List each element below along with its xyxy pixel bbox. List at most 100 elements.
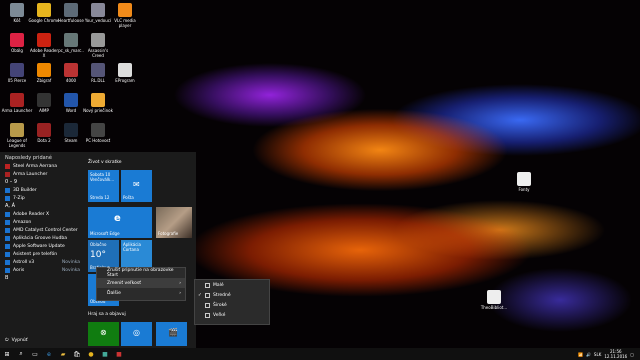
size-menu-item[interactable]: Veľké [195, 310, 269, 320]
desktop-icon-image [64, 63, 78, 77]
chevron-right-icon: › [179, 290, 181, 296]
recent-app[interactable]: Arma Launcher [2, 170, 84, 178]
taskbar-explorer[interactable]: ▰ [56, 348, 70, 360]
search-button[interactable]: ⌕ [14, 348, 28, 360]
store-icon: 🛍 [73, 350, 81, 358]
context-menu-item[interactable]: Ďalšie › [97, 288, 185, 298]
size-box-icon [205, 312, 210, 318]
app-label: AMD Catalyst Control Center [13, 227, 78, 233]
windows-icon: ⊞ [4, 350, 10, 358]
size-box-icon [205, 302, 210, 308]
taskbar-app2[interactable]: ■ [112, 348, 126, 360]
desktop-icon[interactable]: EProgram [109, 63, 141, 83]
app-list: Naposledy pridané Steel Arma Aerrana Arma… [2, 154, 84, 344]
start-button[interactable]: ⊞ [0, 348, 14, 360]
play-header: Hraj sa a objavuj [88, 312, 126, 317]
app-tag: Novinka [61, 267, 80, 273]
tile-area: Život v skratke Sobota 10 Venčoválk... S… [88, 154, 194, 346]
desktop-icon-label: VLC media player [114, 18, 136, 28]
edge-tile[interactable]: e Microsoft Edge [88, 207, 152, 238]
xbox-tile[interactable]: ⊗ [88, 322, 119, 346]
language-indicator[interactable]: SLK [594, 352, 601, 357]
size-menu-label: Široké [213, 302, 227, 308]
notifications-icon[interactable]: ▢ [630, 352, 634, 357]
app-list-item[interactable]: 3D Builder [2, 186, 84, 194]
size-menu-item[interactable]: ✓ Stredné [195, 290, 269, 300]
network-icon[interactable]: 📶 [578, 352, 583, 357]
app-icon [5, 259, 10, 265]
desktop-icon-image [91, 123, 105, 137]
taskbar-app[interactable]: ■ [98, 348, 112, 360]
app-list-item[interactable]: Apple Software Update [2, 242, 84, 250]
app-label: 3D Builder [13, 187, 37, 193]
app-groups: 0 – 9 3D Builder 7-Zip A, Á Adobe Reader X Am… [2, 178, 84, 282]
group-heading[interactable]: 0 – 9 [2, 178, 84, 186]
app-icon [5, 219, 10, 225]
desktop-icon-image [91, 3, 105, 17]
calendar-tile[interactable]: Sobota 10 Venčoválk... Streda 12 [88, 170, 119, 202]
app-list-item[interactable]: Aoris Novinka [2, 266, 84, 274]
app-list-item[interactable]: Amazon [2, 218, 84, 226]
clock[interactable]: 21:56 12.11.2016 [604, 349, 627, 359]
recent-app[interactable]: Steel Arma Aerrana [2, 162, 84, 170]
desktop-icon-image [37, 63, 51, 77]
desktop-icon-label: PC Hotovosť [85, 138, 111, 143]
context-menu-item[interactable]: Zrušiť pripnutie na obrazovke Štart [97, 268, 185, 278]
app-list-item[interactable]: Aplikácia Groove Hudba [2, 234, 84, 242]
group-heading[interactable]: A, Á [2, 202, 84, 210]
desktop-icon-label: Assassin's Creed [87, 48, 109, 58]
taskbar-store[interactable]: 🛍 [70, 348, 84, 360]
taskbar-edge[interactable]: e [42, 348, 56, 360]
app-label: Adobe Reader X [13, 211, 50, 217]
app-list-item[interactable]: Asistent pre telefón [2, 250, 84, 258]
app-icon: ■ [102, 350, 108, 358]
desktop-icon-image [10, 3, 24, 17]
desktop-icon[interactable]: Nový priečinok [82, 93, 114, 113]
app-list-item[interactable]: Adobe Reader X [2, 210, 84, 218]
app-list-item[interactable]: Astroll v3 Novinka [2, 258, 84, 266]
chrome-icon: ● [88, 350, 94, 358]
power-button[interactable]: ⏻ Vypnúť [2, 336, 82, 344]
app2-icon: ■ [116, 350, 122, 358]
desktop-icon-label: Nový priečinok [83, 108, 113, 113]
file-icon [487, 290, 501, 304]
app-label: Steel Arma Aerrana [13, 163, 58, 169]
app-icon [5, 211, 10, 217]
mail-tile-label: Pošta [123, 195, 134, 200]
size-menu-item[interactable]: Malé [195, 280, 269, 290]
photos-tile[interactable]: Fotografie [156, 207, 192, 238]
desktop-icon-image [64, 3, 78, 17]
context-menu-label: Ďalšie [107, 290, 121, 296]
desktop-icon-image [10, 93, 24, 107]
desktop-icon-image [64, 33, 78, 47]
context-menu-item[interactable]: Zmeniť veľkosť › [97, 278, 185, 288]
desktop-icon-image [37, 93, 51, 107]
desktop-icon-image [91, 33, 105, 47]
desktop-icon[interactable]: Assassin's Creed [82, 33, 114, 58]
app-list-item[interactable]: AMD Catalyst Control Center [2, 226, 84, 234]
desktop-icon[interactable]: Fonty [508, 172, 540, 192]
task-view-button[interactable]: ▭ [28, 348, 42, 360]
group-heading[interactable]: B [2, 274, 84, 282]
desktop-icon-image [37, 33, 51, 47]
weather-temp: 10° [90, 250, 106, 260]
app-label: 7-Zip [13, 195, 25, 201]
clock-date: 12.11.2016 [604, 354, 628, 359]
mail-tile[interactable]: ✉ Pošta [121, 170, 152, 202]
taskbar-chrome[interactable]: ● [84, 348, 98, 360]
desktop-icon[interactable]: TheoBibliot... [478, 290, 510, 310]
desktop-icon[interactable]: PC Hotovosť [82, 123, 114, 143]
size-submenu: Malé ✓ Stredné Široké Veľké [194, 279, 270, 325]
app-list-item[interactable]: 7-Zip [2, 194, 84, 202]
desktop-icon[interactable]: VLC media player [109, 3, 141, 28]
desktop-icon-image [10, 123, 24, 137]
desktop-icon-image [91, 63, 105, 77]
movies-tile[interactable]: 🎬 [156, 322, 187, 346]
groove-tile[interactable]: ◎ [121, 322, 152, 346]
desktop-icon-image [10, 63, 24, 77]
tile-context-menu: Zrušiť pripnutie na obrazovke Štart Zmeni… [96, 267, 186, 301]
volume-icon[interactable]: 🔊 [586, 352, 591, 357]
size-menu-item[interactable]: Široké [195, 300, 269, 310]
desktop-icon-image [64, 93, 78, 107]
app-label: Aplikácia Groove Hudba [13, 235, 67, 241]
